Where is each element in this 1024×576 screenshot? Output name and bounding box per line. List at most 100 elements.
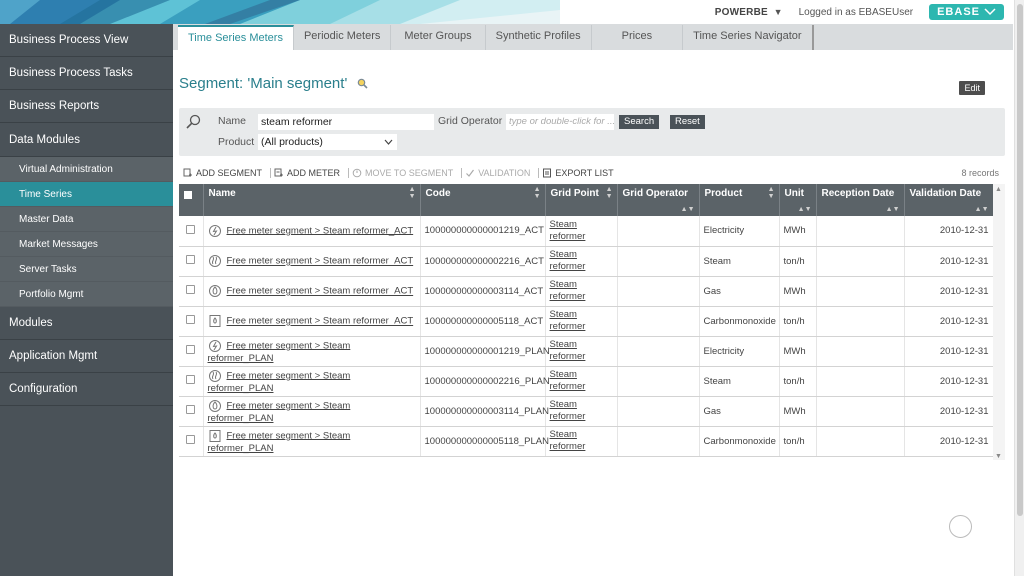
sidebar-item-market-messages[interactable]: Market Messages bbox=[0, 232, 173, 257]
grid-point-link[interactable]: reformer bbox=[550, 291, 586, 302]
scroll-up-icon[interactable]: ▲ bbox=[995, 186, 1002, 193]
scrollbar-thumb[interactable] bbox=[1017, 4, 1023, 516]
column-header-code[interactable]: Code ▲ ▼ bbox=[420, 184, 546, 216]
sidebar-item-business-process-view[interactable]: Business Process View bbox=[0, 24, 173, 57]
unit-cell: ton/h bbox=[779, 366, 817, 397]
sidebar-item-data-modules[interactable]: Data Modules bbox=[0, 123, 173, 157]
validation-label: VALIDATION bbox=[478, 168, 531, 178]
sidebar-item-business-process-tasks[interactable]: Business Process Tasks bbox=[0, 57, 173, 90]
scroll-down-icon[interactable]: ▼ bbox=[995, 453, 1002, 460]
add-meter-button[interactable]: ADD METER bbox=[274, 168, 350, 178]
sidebar-item-modules[interactable]: Modules bbox=[0, 307, 173, 340]
export-list-button[interactable]: EXPORT LIST bbox=[542, 168, 621, 178]
table-row[interactable]: Free meter segment > Steam reformer_ACT 1… bbox=[179, 306, 994, 337]
meter-link[interactable]: Free meter segment > Steam reformer_PLAN bbox=[208, 430, 351, 453]
grid-point-link[interactable]: Steam bbox=[550, 339, 577, 350]
search-button[interactable]: Search bbox=[619, 115, 660, 129]
grid-point-link[interactable]: reformer bbox=[550, 321, 586, 332]
sidebar-item-time-series[interactable]: Time Series bbox=[0, 182, 173, 207]
table-row[interactable]: Free meter segment > Steam reformer_PLAN… bbox=[179, 426, 994, 457]
action-toolbar: ADD SEGMENT ADD METER MOVE TO SEGMENT VA… bbox=[183, 166, 1005, 180]
page-scrollbar[interactable] bbox=[1014, 0, 1024, 576]
sort-icon: ▲▼ bbox=[533, 186, 541, 200]
grid-point-link[interactable]: Steam bbox=[550, 249, 577, 260]
grid-point-link[interactable]: Steam bbox=[550, 279, 577, 290]
sidebar-item-master-data[interactable]: Master Data bbox=[0, 207, 173, 232]
sidebar-item-portfolio-mgmt[interactable]: Portfolio Mgmt bbox=[0, 282, 173, 307]
table-row[interactable]: Free meter segment > Steam reformer_ACT 1… bbox=[179, 246, 994, 277]
column-header-grid-point[interactable]: Grid Point ▲ ▼ bbox=[545, 184, 618, 216]
table-row[interactable]: Free meter segment > Steam reformer_PLAN… bbox=[179, 336, 994, 367]
sidebar-item-application-mgmt[interactable]: Application Mgmt bbox=[0, 340, 173, 373]
grid-point-link[interactable]: Steam bbox=[550, 429, 577, 440]
grid-operator-input[interactable]: type or double-click for ... bbox=[506, 114, 614, 130]
column-header-reception-date[interactable]: Reception Date ▲▼ bbox=[816, 184, 905, 216]
meter-link[interactable]: Free meter segment > Steam reformer_PLAN bbox=[208, 370, 351, 393]
meter-link[interactable]: Free meter segment > Steam reformer_ACT bbox=[227, 225, 414, 236]
column-header-validation-date[interactable]: Validation Date ▲▼ bbox=[904, 184, 994, 216]
tab-synthetic-profiles[interactable]: Synthetic Profiles bbox=[485, 25, 592, 50]
move-to-segment-button[interactable]: MOVE TO SEGMENT bbox=[352, 168, 463, 178]
table-row[interactable]: Free meter segment > Steam reformer_ACT 1… bbox=[179, 216, 994, 247]
tab-time-series-navigator[interactable]: Time Series Navigator bbox=[683, 25, 814, 50]
tab-time-series-meters[interactable]: Time Series Meters bbox=[178, 25, 294, 50]
meter-link[interactable]: Free meter segment > Steam reformer_PLAN bbox=[208, 340, 351, 363]
grid-point-link[interactable]: reformer bbox=[550, 231, 586, 242]
row-checkbox[interactable] bbox=[179, 336, 204, 367]
meter-link[interactable]: Free meter segment > Steam reformer_ACT bbox=[227, 316, 414, 327]
sidebar-item-virtual-administration[interactable]: Virtual Administration bbox=[0, 157, 173, 182]
tab-prices[interactable]: Prices bbox=[591, 25, 684, 50]
tab-periodic-meters[interactable]: Periodic Meters bbox=[293, 25, 392, 50]
tab-meter-groups[interactable]: Meter Groups bbox=[391, 25, 486, 50]
meter-link[interactable]: Free meter segment > Steam reformer_ACT bbox=[227, 286, 414, 297]
grid-point-link[interactable]: Steam bbox=[550, 219, 577, 230]
sidebar-item-business-reports[interactable]: Business Reports bbox=[0, 90, 173, 123]
grid-operator-cell bbox=[617, 426, 700, 457]
environment-selector[interactable]: POWERBE ▼ bbox=[715, 7, 783, 18]
edit-button[interactable]: Edit bbox=[959, 81, 985, 95]
table-row[interactable]: Free meter segment > Steam reformer_ACT 1… bbox=[179, 276, 994, 307]
sidebar-item-server-tasks[interactable]: Server Tasks bbox=[0, 257, 173, 282]
table-scrollbar[interactable]: ▲ ▼ bbox=[993, 184, 1005, 460]
row-checkbox[interactable] bbox=[179, 426, 204, 457]
grid-point-link[interactable]: reformer bbox=[550, 381, 586, 392]
row-checkbox[interactable] bbox=[179, 276, 204, 307]
select-all-checkbox[interactable] bbox=[179, 184, 204, 216]
row-checkbox[interactable] bbox=[179, 306, 204, 337]
name-label: Name bbox=[218, 115, 247, 127]
environment-label: POWERBE bbox=[714, 6, 768, 18]
meter-link[interactable]: Free meter segment > Steam reformer_ACT bbox=[227, 256, 414, 267]
grid-point-link[interactable]: reformer bbox=[550, 411, 586, 422]
add-segment-button[interactable]: ADD SEGMENT bbox=[183, 168, 272, 178]
grid-point-link[interactable]: Steam bbox=[550, 369, 577, 380]
sidebar-item-configuration[interactable]: Configuration bbox=[0, 373, 173, 406]
product-select[interactable]: (All products) bbox=[258, 134, 397, 150]
meter-link[interactable]: Free meter segment > Steam reformer_PLAN bbox=[208, 400, 351, 423]
add-meter-icon bbox=[274, 168, 284, 177]
validation-date-cell: 2010-12-31 bbox=[904, 216, 994, 247]
name-input[interactable]: steam reformer bbox=[258, 114, 434, 130]
validation-button[interactable]: VALIDATION bbox=[465, 168, 540, 178]
reception-date-cell bbox=[816, 366, 905, 397]
magnifier-icon[interactable] bbox=[357, 78, 368, 89]
row-checkbox[interactable] bbox=[179, 366, 204, 397]
grid-point-link[interactable]: reformer bbox=[550, 441, 586, 452]
reception-date-cell bbox=[816, 216, 905, 247]
column-header-unit[interactable]: Unit ▲▼ bbox=[779, 184, 817, 216]
grid-point-link[interactable]: reformer bbox=[550, 261, 586, 272]
table-row[interactable]: Free meter segment > Steam reformer_PLAN… bbox=[179, 396, 994, 427]
column-header-grid-operator[interactable]: Grid Operator ▲▼ bbox=[617, 184, 700, 216]
banner-graphic bbox=[0, 0, 560, 24]
table-row[interactable]: Free meter segment > Steam reformer_PLAN… bbox=[179, 366, 994, 397]
grid-point-link[interactable]: reformer bbox=[550, 351, 586, 362]
column-header-product[interactable]: Product ▲ ▼ bbox=[699, 184, 780, 216]
row-checkbox[interactable] bbox=[179, 396, 204, 427]
grid-point-link[interactable]: Steam bbox=[550, 309, 577, 320]
row-checkbox[interactable] bbox=[179, 216, 204, 247]
row-checkbox[interactable] bbox=[179, 246, 204, 277]
grid-point-link[interactable]: Steam bbox=[550, 399, 577, 410]
column-header-name[interactable]: Name ▲ ▼ bbox=[203, 184, 421, 216]
reset-button[interactable]: Reset bbox=[670, 115, 705, 129]
product-select-value: (All products) bbox=[261, 136, 323, 148]
move-to-segment-label: MOVE TO SEGMENT bbox=[365, 168, 454, 178]
